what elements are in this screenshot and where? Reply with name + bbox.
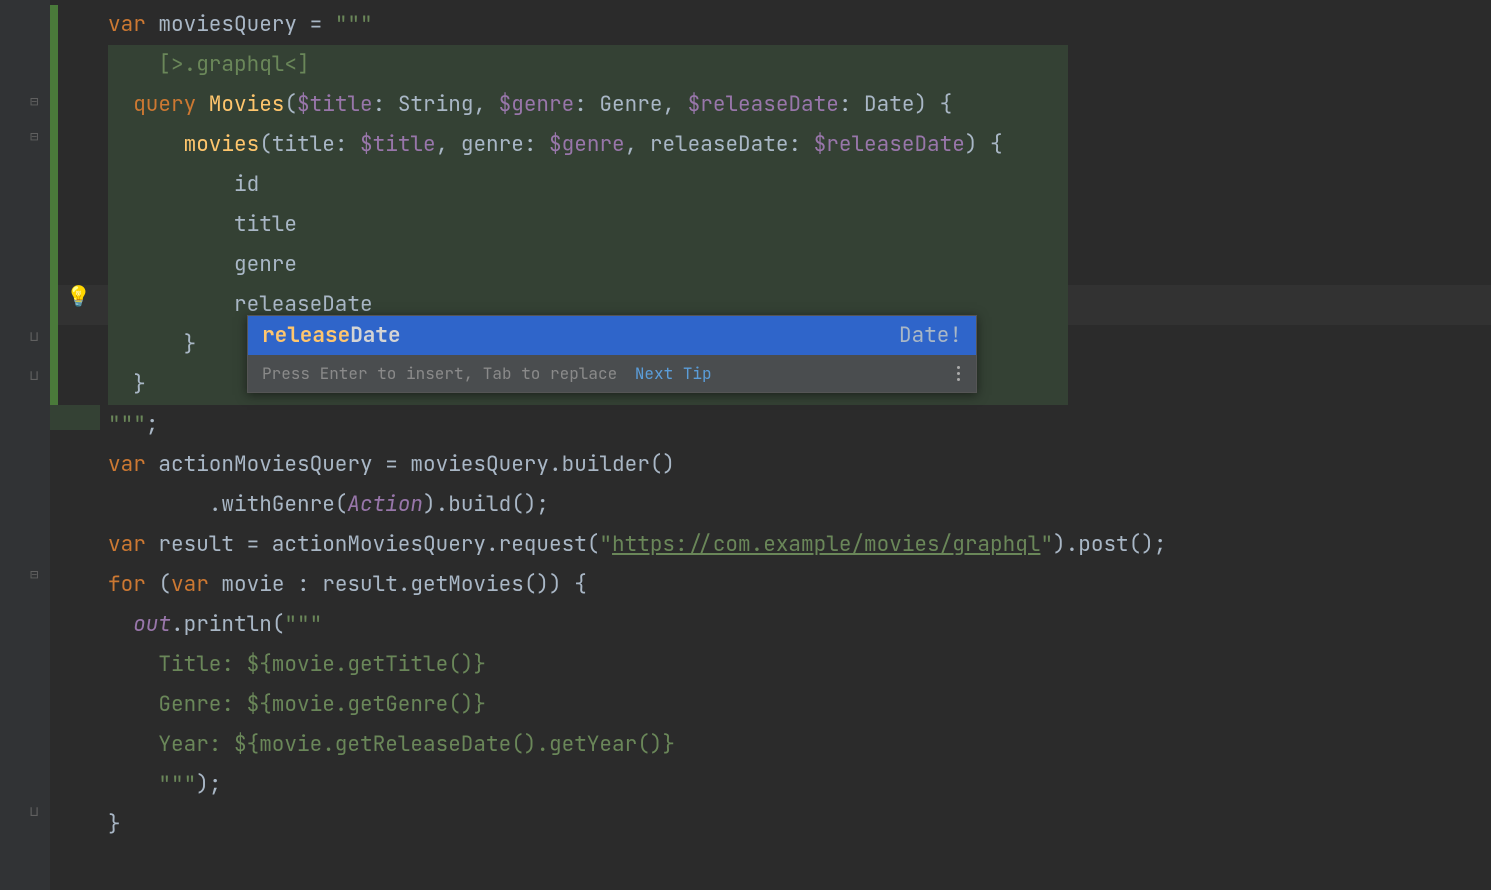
code-line[interactable]: movies(title: $title, genre: $genre, rel… bbox=[58, 125, 1491, 165]
vcs-change-marker bbox=[50, 5, 58, 45]
fold-marker-icon[interactable]: ⊔ bbox=[30, 369, 38, 383]
fold-marker-icon[interactable]: ⊟ bbox=[30, 130, 38, 144]
code-line[interactable]: var result = actionMoviesQuery.request("… bbox=[58, 525, 1491, 565]
url-link[interactable]: https://com.example/movies/graphql bbox=[612, 531, 1040, 558]
fold-marker-icon[interactable]: ⊔ bbox=[30, 805, 38, 819]
code-line[interactable]: [>.graphql<] bbox=[58, 45, 1491, 85]
autocomplete-hint: Press Enter to insert, Tab to replace bbox=[262, 363, 617, 384]
code-line[interactable]: """); bbox=[58, 765, 1491, 805]
vcs-change-marker bbox=[50, 45, 58, 405]
code-line[interactable]: Title: ${movie.getTitle()} bbox=[58, 645, 1491, 685]
fold-marker-icon[interactable]: ⊟ bbox=[30, 568, 38, 582]
code-line[interactable]: Genre: ${movie.getGenre()} bbox=[58, 685, 1491, 725]
code-line[interactable]: """; bbox=[58, 405, 1491, 445]
fold-marker-icon[interactable]: ⊟ bbox=[30, 95, 38, 109]
code-line[interactable]: var actionMoviesQuery = moviesQuery.buil… bbox=[58, 445, 1491, 485]
code-line[interactable]: title bbox=[58, 205, 1491, 245]
autocomplete-text: releaseDate bbox=[262, 322, 401, 349]
code-line[interactable]: var moviesQuery = """ bbox=[58, 5, 1491, 45]
autocomplete-item[interactable]: releaseDate Date! bbox=[248, 316, 976, 355]
keyword-var: var bbox=[108, 11, 146, 38]
code-line[interactable]: id bbox=[58, 165, 1491, 205]
fold-marker-icon[interactable]: ⊔ bbox=[30, 330, 38, 344]
code-editor[interactable]: var moviesQuery = """ [>.graphql<] query… bbox=[58, 0, 1491, 845]
autocomplete-popup: releaseDate Date! Press Enter to insert,… bbox=[247, 315, 977, 393]
autocomplete-footer: Press Enter to insert, Tab to replace Ne… bbox=[248, 355, 976, 392]
code-line[interactable]: query Movies($title: String, $genre: Gen… bbox=[58, 85, 1491, 125]
code-line[interactable]: .withGenre(Action).build(); bbox=[58, 485, 1491, 525]
next-tip-link[interactable]: Next Tip bbox=[635, 363, 712, 384]
more-options-icon[interactable] bbox=[957, 366, 962, 381]
code-line[interactable]: out.println(""" bbox=[58, 605, 1491, 645]
code-line[interactable]: genre bbox=[58, 245, 1491, 285]
code-line[interactable]: Year: ${movie.getReleaseDate().getYear()… bbox=[58, 725, 1491, 765]
code-line[interactable]: } bbox=[58, 805, 1491, 845]
autocomplete-type: Date! bbox=[899, 322, 962, 349]
editor-gutter bbox=[0, 0, 50, 890]
code-line[interactable]: for (var movie : result.getMovies()) { bbox=[58, 565, 1491, 605]
